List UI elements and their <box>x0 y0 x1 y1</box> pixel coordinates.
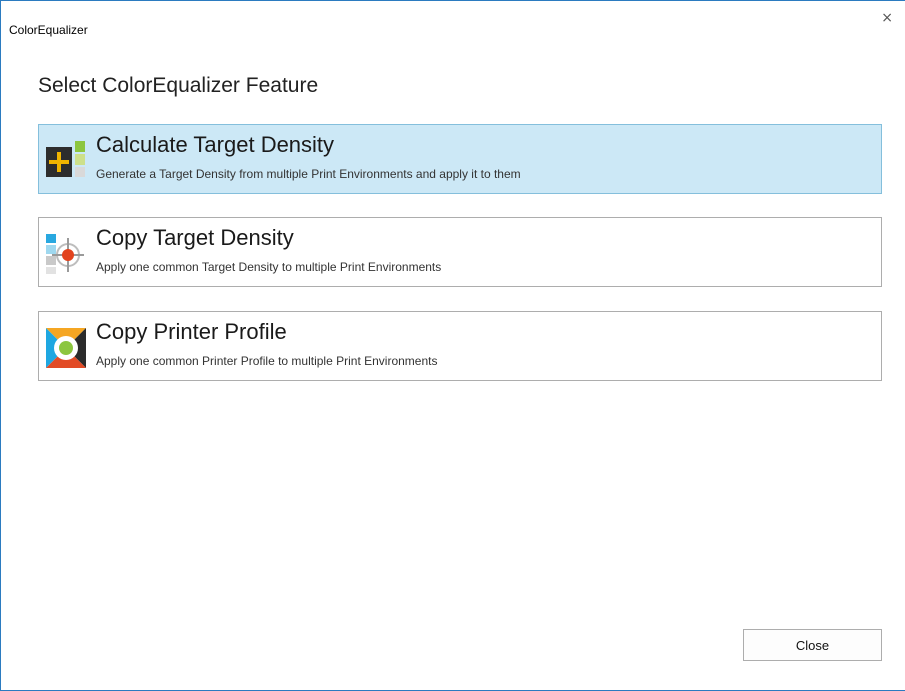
feature-title: Copy Target Density <box>96 225 294 250</box>
title-bar: ColorEqualizer × <box>1 1 905 41</box>
feature-calculate-target-density[interactable]: Calculate Target Density Generate a Targ… <box>38 124 882 194</box>
calculate-density-icon <box>46 141 85 177</box>
feature-copy-printer-profile[interactable]: Copy Printer Profile Apply one common Pr… <box>38 311 882 381</box>
page-heading: Select ColorEqualizer Feature <box>38 74 319 97</box>
close-button[interactable]: Close <box>743 629 882 661</box>
copy-printer-profile-icon <box>46 328 86 368</box>
feature-description: Generate a Target Density from multiple … <box>96 167 521 181</box>
feature-title: Copy Printer Profile <box>96 319 287 344</box>
close-window-icon[interactable]: × <box>881 10 893 26</box>
dialog-window: ColorEqualizer × Select ColorEqualizer F… <box>0 0 905 691</box>
feature-title: Calculate Target Density <box>96 132 335 157</box>
window-title: ColorEqualizer <box>9 23 88 37</box>
feature-description: Apply one common Printer Profile to mult… <box>96 354 438 368</box>
feature-description: Apply one common Target Density to multi… <box>96 260 442 274</box>
copy-target-density-icon <box>46 234 84 274</box>
feature-copy-target-density[interactable]: Copy Target Density Apply one common Tar… <box>38 217 882 287</box>
